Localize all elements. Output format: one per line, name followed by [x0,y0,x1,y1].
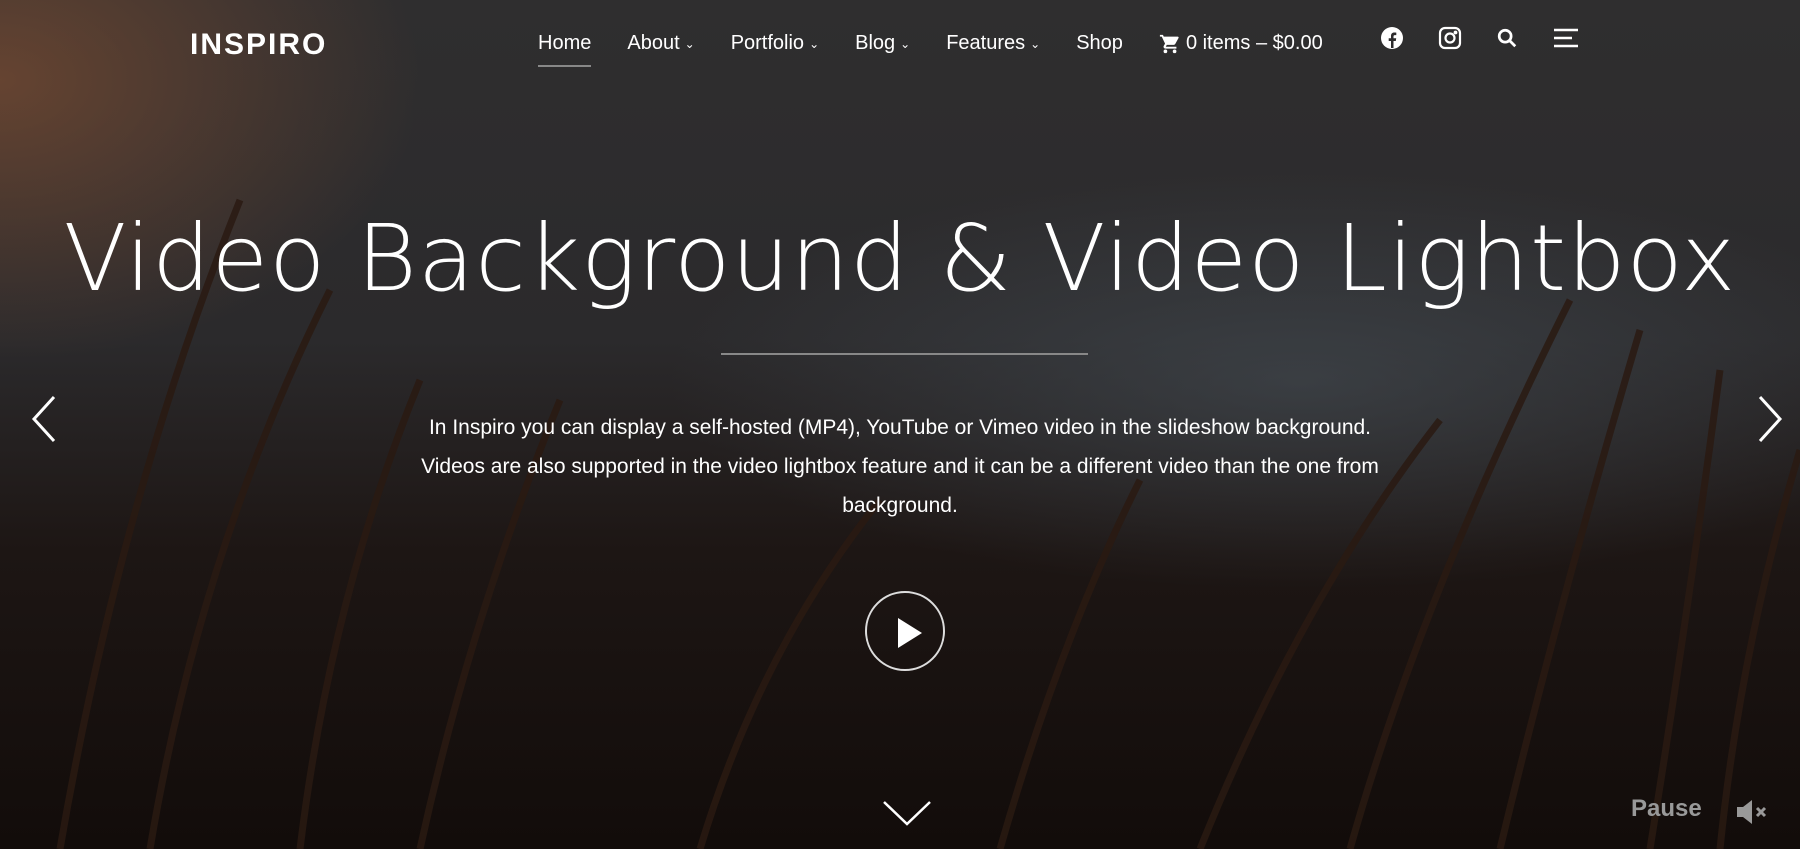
menu-icon[interactable] [1552,27,1580,54]
description-line: Videos are also supported in the video l… [421,455,1379,478]
previous-slide-arrow[interactable] [30,395,58,443]
mute-icon[interactable] [1735,798,1769,826]
nav-blog[interactable]: Blog ⌄ [855,32,910,55]
play-video-button[interactable] [865,591,945,671]
nav-label: Features [946,32,1026,54]
cart-summary: 0 items – $0.00 [1185,32,1323,54]
chevron-down-icon: ⌄ [684,36,695,51]
chevron-down-icon: ⌄ [900,36,911,51]
nav-label: Blog [855,32,896,54]
nav-label: Home [538,32,592,54]
description-line: In Inspiro you can display a self-hosted… [428,416,1372,439]
nav-portfolio[interactable]: Portfolio ⌄ [731,32,819,55]
header-icons [1380,26,1580,55]
cart-link[interactable]: 0 items – $0.00 [1159,32,1323,55]
site-logo[interactable]: INSPIRO [190,28,327,62]
cart-icon [1159,34,1179,53]
nav-label: Portfolio [730,32,805,54]
pause-button[interactable]: Pause [1631,795,1702,823]
next-slide-arrow[interactable] [1756,395,1784,443]
instagram-icon[interactable] [1438,26,1462,55]
hero-description: In Inspiro you can display a self-hosted… [360,408,1440,525]
facebook-icon[interactable] [1380,26,1404,55]
nav-label: Shop [1076,32,1123,54]
description-line: background. [842,494,958,517]
chevron-down-icon: ⌄ [809,36,820,51]
main-nav: Home About ⌄ Portfolio ⌄ Blog ⌄ Features ⌄ S… [538,32,1359,67]
scroll-down-arrow[interactable] [882,798,932,826]
nav-shop[interactable]: Shop [1076,32,1123,55]
nav-about[interactable]: About ⌄ [627,32,694,55]
hero-title: Video Background & Video Lightbox [63,205,1737,312]
nav-home[interactable]: Home [538,32,592,67]
chevron-down-icon: ⌄ [1030,36,1041,51]
hero-divider [721,353,1088,355]
search-icon[interactable] [1496,27,1518,54]
nav-label: About [627,32,680,54]
nav-features[interactable]: Features ⌄ [946,32,1040,55]
